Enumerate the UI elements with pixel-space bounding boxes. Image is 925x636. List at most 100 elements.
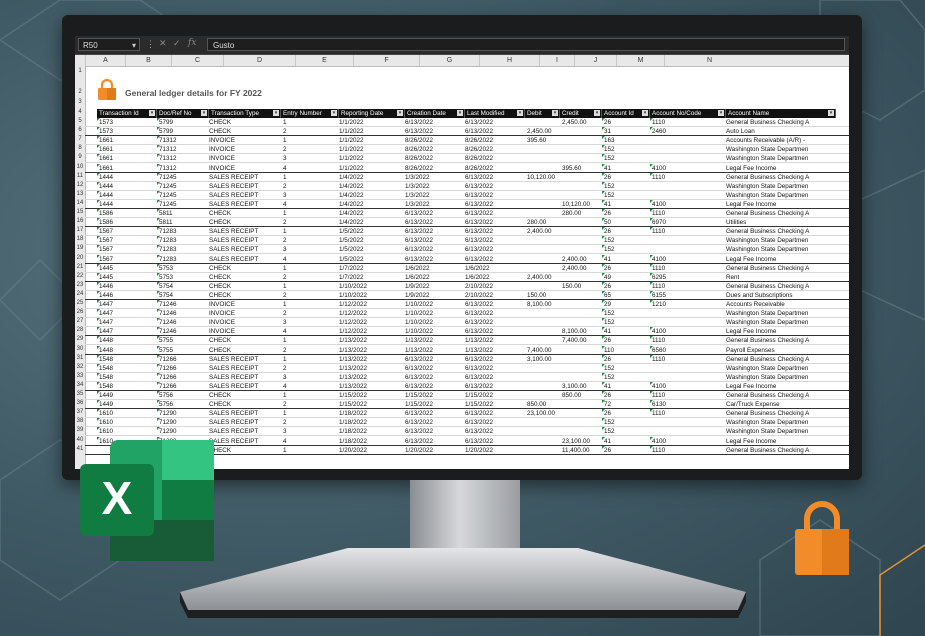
table-cell[interactable]: 8/26/2022 <box>465 145 522 154</box>
row-header[interactable]: 24 <box>75 291 85 297</box>
table-cell[interactable]: 1/10/2022 <box>405 318 462 327</box>
table-cell[interactable]: 5755 <box>157 345 208 355</box>
column-header[interactable]: I <box>539 55 574 66</box>
table-cell[interactable]: 152 <box>602 181 649 191</box>
filter-dropdown-icon[interactable]: ▾ <box>457 110 463 116</box>
table-cell[interactable]: 3 <box>281 373 338 382</box>
table-cell[interactable]: 1567 <box>97 227 156 236</box>
table-cell[interactable]: 71266 <box>157 354 208 364</box>
table-cell[interactable]: 1447 <box>97 318 156 327</box>
table-cell[interactable]: 1110 <box>650 391 725 400</box>
table-cell[interactable]: 6295 <box>650 272 725 282</box>
table-cell[interactable]: Legal Fee Income <box>726 382 846 391</box>
table-cell[interactable]: 1/13/2022 <box>465 336 522 345</box>
table-cell[interactable]: 1/3/2022 <box>405 200 462 209</box>
table-cell[interactable]: 4100 <box>650 436 725 446</box>
row-header[interactable]: 9 <box>75 154 85 160</box>
table-cell[interactable]: 1/13/2022 <box>405 336 462 345</box>
table-cell[interactable]: 11,400.00 <box>560 446 601 455</box>
table-cell[interactable]: 1110 <box>650 227 725 236</box>
table-cell[interactable]: 2 <box>281 273 338 282</box>
row-header[interactable]: 10 <box>75 164 85 170</box>
table-cell[interactable]: General Business Checking A <box>726 209 846 218</box>
table-cell[interactable]: 6/13/2022 <box>465 218 522 227</box>
table-cell[interactable]: 3 <box>281 245 338 254</box>
table-cell[interactable]: 6/13/2022 <box>465 355 522 364</box>
table-cell[interactable]: 5754 <box>157 290 208 300</box>
row-header[interactable]: 36 <box>75 400 85 406</box>
table-cell[interactable]: 1/18/2022 <box>339 409 402 418</box>
table-cell[interactable]: 6/13/2022 <box>465 409 522 418</box>
table-cell[interactable]: 1447 <box>97 327 156 336</box>
table-cell[interactable]: 6/13/2022 <box>405 127 462 136</box>
table-row[interactable]: 1447 71246 INVOICE 4 1/12/2022 1/10/2022 6/13/… <box>85 327 849 337</box>
table-cell[interactable]: 4100 <box>650 327 725 336</box>
table-cell[interactable]: 1110 <box>650 281 725 291</box>
table-cell[interactable]: 6/13/2022 <box>405 364 462 373</box>
table-cell[interactable]: SALES RECEIPT <box>209 427 278 436</box>
row-header[interactable]: 37 <box>75 409 85 415</box>
row-header[interactable]: 34 <box>75 382 85 388</box>
table-cell[interactable]: 26 <box>602 263 649 273</box>
row-header[interactable]: 3 <box>75 99 85 105</box>
table-header-cell[interactable]: Transaction Type ▾ <box>209 109 281 118</box>
table-cell[interactable]: CHECK <box>209 291 278 300</box>
column-header[interactable]: B <box>125 55 171 66</box>
table-row[interactable]: 1449 5756 CHECK 2 1/15/2022 1/15/2022 1/15/202… <box>85 400 849 410</box>
table-cell[interactable]: 6/13/2022 <box>405 382 462 391</box>
table-cell[interactable]: 6/13/2022 <box>465 118 522 127</box>
table-cell[interactable]: 6/13/2022 <box>405 427 462 436</box>
table-cell[interactable]: 2,400.00 <box>525 273 559 282</box>
table-cell[interactable]: 1610 <box>97 427 156 436</box>
table-cell[interactable]: 1/5/2022 <box>339 227 402 236</box>
table-cell[interactable]: 5755 <box>157 336 208 345</box>
table-cell[interactable]: 1/13/2022 <box>405 346 462 355</box>
table-cell[interactable]: 71290 <box>157 418 208 427</box>
filter-dropdown-icon[interactable]: ▾ <box>517 110 523 116</box>
table-cell[interactable]: 1210 <box>650 300 725 309</box>
table-cell[interactable]: 71290 <box>157 409 208 418</box>
table-cell[interactable]: 1/13/2022 <box>339 364 402 373</box>
table-cell[interactable]: 1/9/2022 <box>405 291 462 300</box>
table-cell[interactable]: 6/13/2022 <box>465 418 522 427</box>
table-cell[interactable]: 2 <box>281 346 338 355</box>
table-cell[interactable]: 1/5/2022 <box>339 245 402 254</box>
table-cell[interactable]: Auto Loan <box>726 127 846 136</box>
table-cell[interactable]: 1444 <box>97 172 156 182</box>
table-cell[interactable]: 4 <box>281 200 338 209</box>
table-cell[interactable]: 8/26/2022 <box>465 164 522 173</box>
table-cell[interactable]: 1110 <box>650 172 725 182</box>
table-cell[interactable]: 1/1/2022 <box>339 145 402 154</box>
table-cell[interactable]: 1/6/2022 <box>465 273 522 282</box>
table-cell[interactable]: 1586 <box>97 209 156 218</box>
table-cell[interactable]: 3 <box>281 427 338 436</box>
table-cell[interactable]: 1448 <box>97 345 156 355</box>
table-cell[interactable]: 6/13/2022 <box>405 245 462 254</box>
table-cell[interactable]: General Business Checking A <box>726 118 846 127</box>
table-cell[interactable]: 1445 <box>97 272 156 282</box>
table-cell[interactable]: Legal Fee Income <box>726 164 846 173</box>
table-cell[interactable]: INVOICE <box>209 309 278 318</box>
table-cell[interactable]: 152 <box>602 236 649 245</box>
table-cell[interactable]: 8/26/2022 <box>465 136 522 145</box>
table-cell[interactable]: 6/13/2022 <box>465 309 522 318</box>
table-row[interactable]: 1573 5799 CHECK 2 1/1/2022 6/13/2022 6/13/2022… <box>85 127 849 137</box>
table-row[interactable]: 1586 5811 CHECK 2 1/4/2022 6/13/2022 6/13/2022… <box>85 218 849 228</box>
table-cell[interactable]: 1445 <box>97 263 156 273</box>
table-cell[interactable]: SALES RECEIPT <box>209 437 278 446</box>
table-row[interactable]: 1610 71290 SALES RECEIPT 2 1/18/2022 6/13/202… <box>85 418 849 428</box>
table-cell[interactable]: 3 <box>281 318 338 327</box>
table-cell[interactable]: 110 <box>602 345 649 355</box>
table-cell[interactable]: 1567 <box>97 245 156 254</box>
filter-dropdown-icon[interactable]: ▾ <box>201 110 207 116</box>
row-header[interactable]: 17 <box>75 227 85 233</box>
table-cell[interactable]: 1/13/2022 <box>339 346 402 355</box>
table-cell[interactable]: Washington State Departmen <box>726 154 846 163</box>
table-cell[interactable]: 6/13/2022 <box>465 427 522 436</box>
table-cell[interactable]: SALES RECEIPT <box>209 373 278 382</box>
table-cell[interactable]: 1610 <box>97 418 156 427</box>
table-row[interactable]: 1567 71283 SALES RECEIPT 1 1/5/2022 6/13/2022… <box>85 227 849 237</box>
table-header-cell[interactable]: Transaction Id ▾ <box>97 109 157 118</box>
table-cell[interactable]: 1444 <box>97 190 156 200</box>
row-header[interactable]: 29 <box>75 336 85 342</box>
